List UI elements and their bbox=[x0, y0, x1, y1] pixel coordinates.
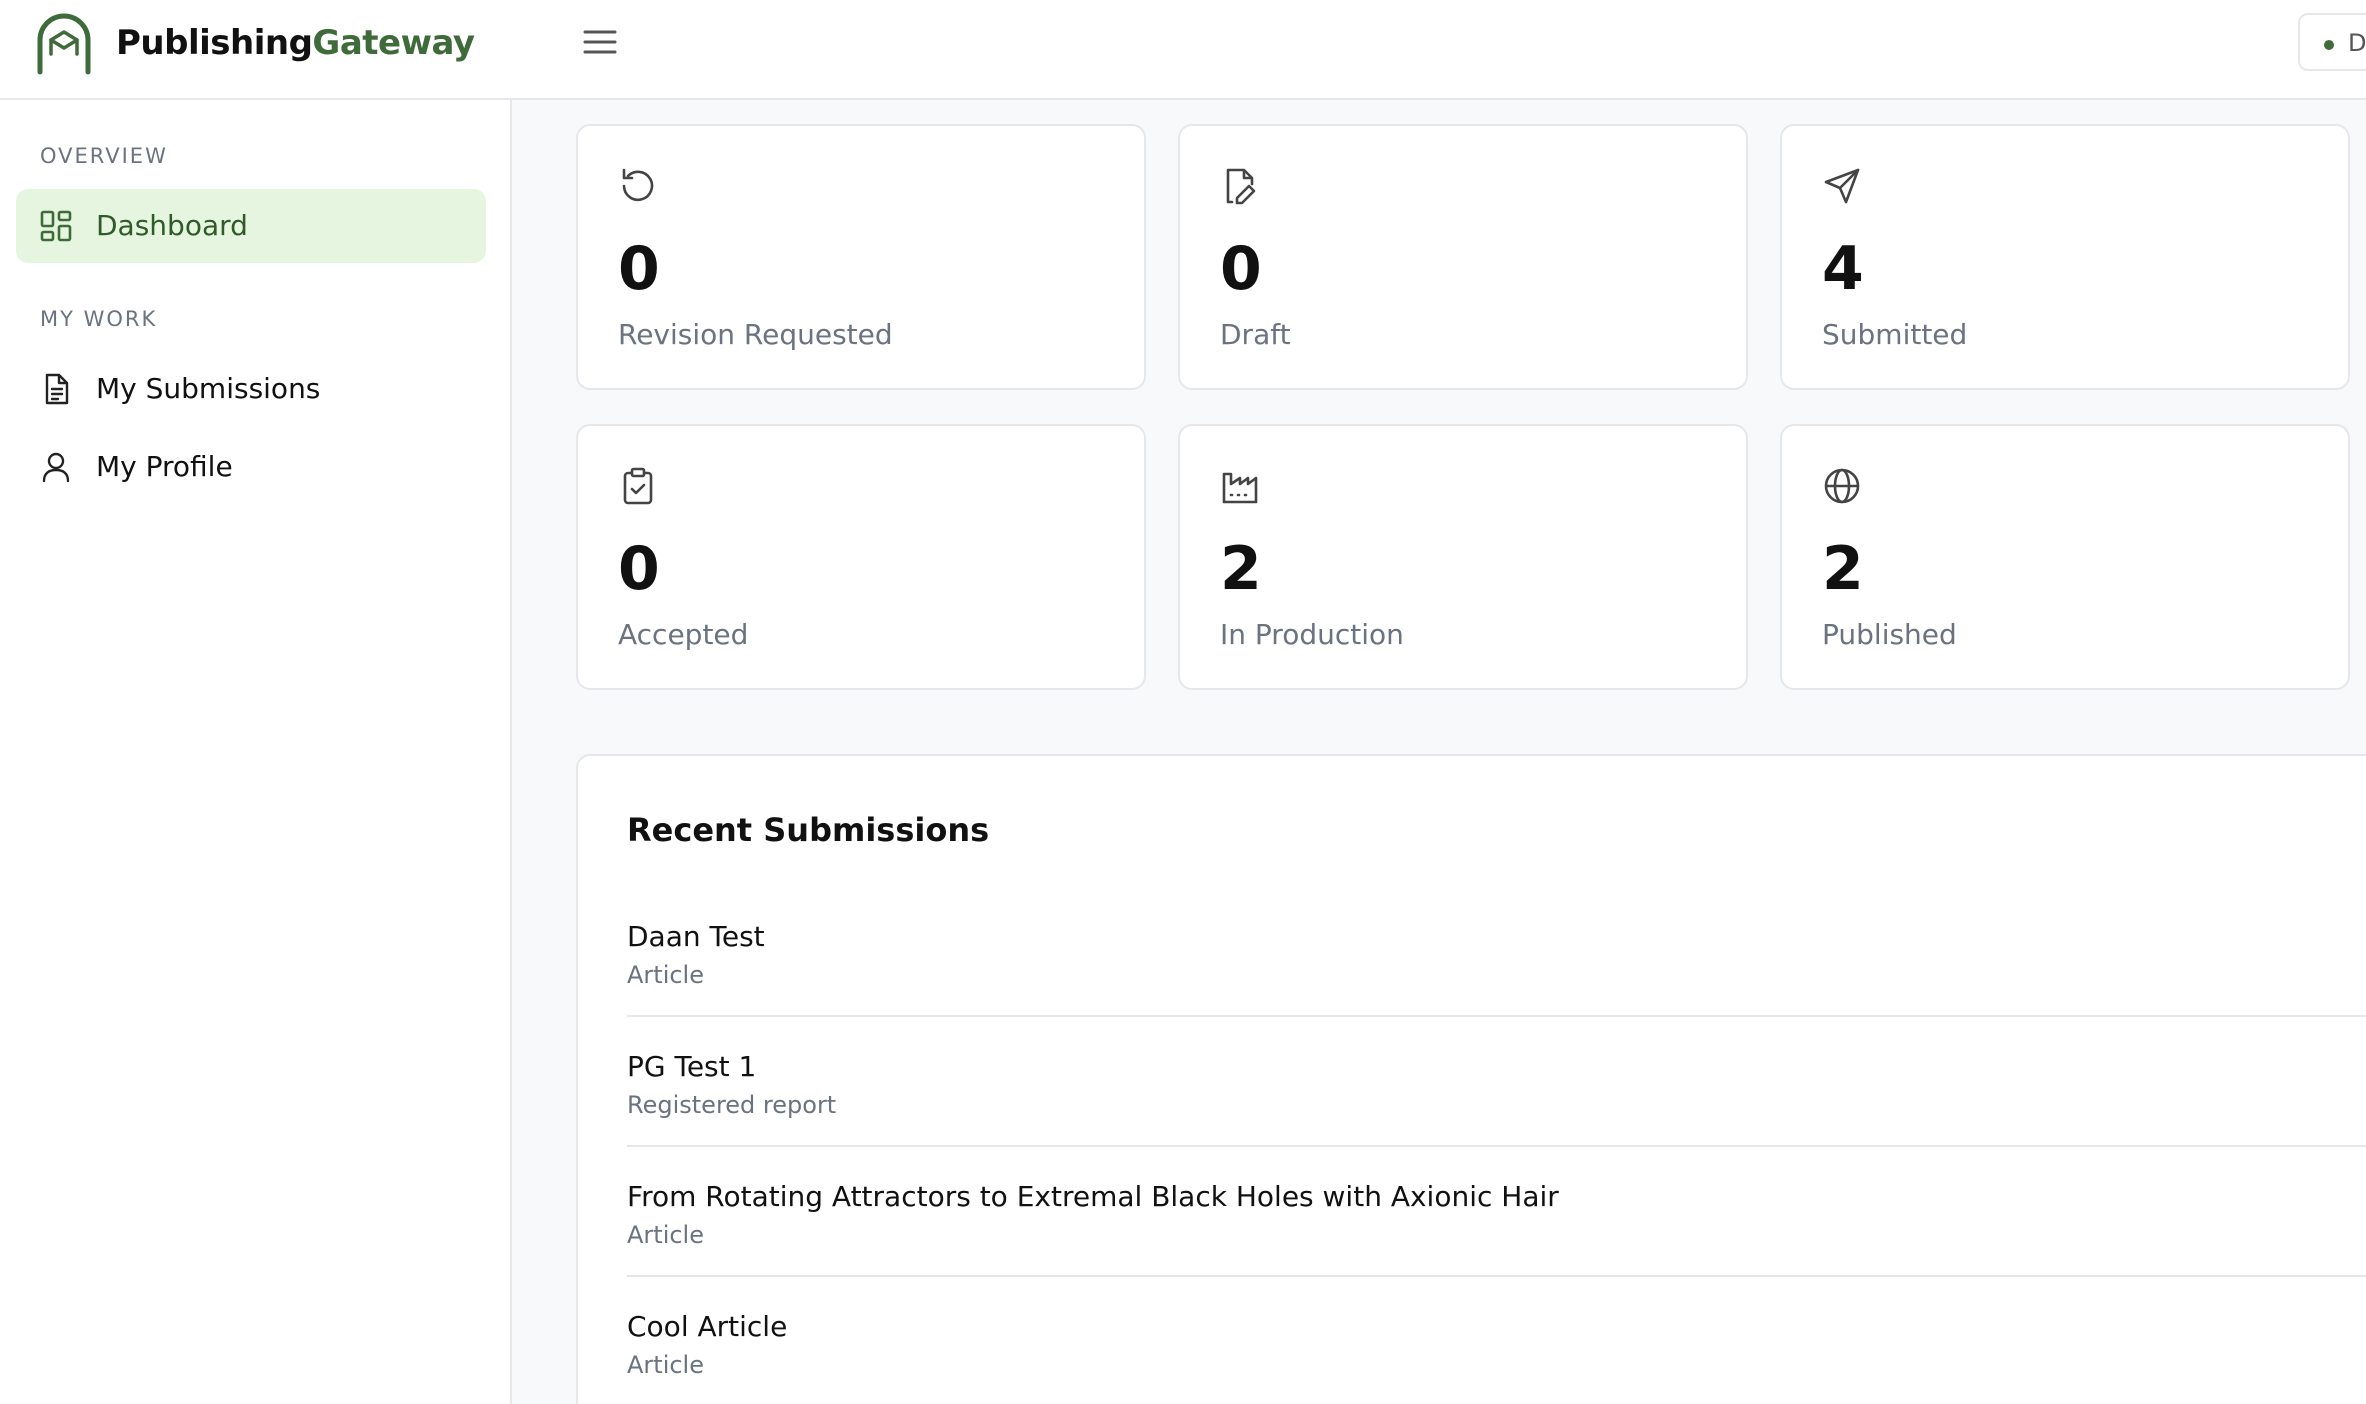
sidebar-item-label: My Profile bbox=[96, 450, 233, 483]
stat-value: 2 bbox=[1220, 534, 1262, 604]
stat-card-in-production[interactable]: 2 In Production bbox=[1178, 424, 1748, 690]
sidebar-item-my-submissions[interactable]: My Submissions bbox=[16, 352, 486, 426]
stat-label: Published bbox=[1822, 618, 1957, 651]
status-dot-icon bbox=[2324, 40, 2334, 50]
submission-type: Registered report bbox=[627, 1091, 837, 1119]
globe-icon bbox=[1822, 466, 1862, 506]
send-icon bbox=[1822, 166, 1862, 206]
stat-card-draft[interactable]: 0 Draft bbox=[1178, 124, 1748, 390]
factory-icon bbox=[1220, 466, 1260, 506]
sidebar-item-dashboard[interactable]: Dashboard bbox=[16, 189, 486, 263]
document-icon bbox=[40, 373, 72, 405]
stat-card-revision-requested[interactable]: 0 Revision Requested bbox=[576, 124, 1146, 390]
row-divider bbox=[627, 1015, 2366, 1017]
status-pill[interactable]: D bbox=[2298, 13, 2366, 71]
stat-card-submitted[interactable]: 4 Submitted bbox=[1780, 124, 2350, 390]
brand-name-part1: Publishing bbox=[116, 23, 313, 63]
stat-label: Accepted bbox=[618, 618, 749, 651]
stat-card-published[interactable]: 2 Published bbox=[1780, 424, 2350, 690]
menu-toggle-button[interactable] bbox=[582, 24, 618, 60]
dashboard-grid-icon bbox=[40, 210, 72, 242]
stat-value: 2 bbox=[1822, 534, 1864, 604]
app-root: PublishingGateway D OVERVIEW Dashboard M… bbox=[0, 0, 2366, 1404]
brand-name-part2: Gateway bbox=[312, 23, 475, 63]
submission-title: From Rotating Attractors to Extremal Bla… bbox=[627, 1180, 1559, 1213]
stat-value: 4 bbox=[1822, 234, 1864, 304]
sidebar-section-overview: OVERVIEW bbox=[40, 144, 168, 168]
rotate-ccw-icon bbox=[618, 166, 658, 206]
status-pill-text: D bbox=[2348, 29, 2366, 57]
hamburger-icon bbox=[583, 30, 617, 54]
submission-title: PG Test 1 bbox=[627, 1050, 757, 1083]
sidebar-item-label: My Submissions bbox=[96, 372, 321, 405]
submission-row[interactable]: From Rotating Attractors to Extremal Bla… bbox=[627, 1180, 2366, 1310]
submission-title: Cool Article bbox=[627, 1310, 788, 1343]
recent-submissions-title: Recent Submissions bbox=[627, 811, 990, 849]
stat-value: 0 bbox=[618, 534, 660, 604]
submission-type: Article bbox=[627, 1351, 704, 1379]
stat-label: Draft bbox=[1220, 318, 1291, 351]
stat-card-accepted[interactable]: 0 Accepted bbox=[576, 424, 1146, 690]
stat-value: 0 bbox=[618, 234, 660, 304]
sidebar-section-my-work: MY WORK bbox=[40, 307, 158, 331]
submission-row[interactable]: PG Test 1 Registered report bbox=[627, 1050, 2366, 1180]
top-header: PublishingGateway D bbox=[0, 0, 2366, 100]
recent-submissions-panel: Recent Submissions Daan Test Article PG … bbox=[576, 754, 2366, 1404]
row-divider bbox=[627, 1145, 2366, 1147]
row-divider bbox=[627, 1275, 2366, 1277]
submission-type: Article bbox=[627, 1221, 704, 1249]
stat-label: Submitted bbox=[1822, 318, 1968, 351]
submission-row[interactable]: Cool Article Article bbox=[627, 1310, 2366, 1404]
submission-row[interactable]: Daan Test Article bbox=[627, 920, 2366, 1050]
sidebar-item-label: Dashboard bbox=[96, 209, 248, 242]
submission-title: Daan Test bbox=[627, 920, 765, 953]
clipboard-check-icon bbox=[618, 466, 658, 506]
stat-value: 0 bbox=[1220, 234, 1262, 304]
file-pen-icon bbox=[1220, 166, 1260, 206]
brand-logo-text[interactable]: PublishingGateway bbox=[116, 22, 475, 64]
user-icon bbox=[40, 451, 72, 483]
submission-type: Article bbox=[627, 961, 704, 989]
sidebar: OVERVIEW Dashboard MY WORK My Submission… bbox=[0, 100, 512, 1404]
logo-arch-icon bbox=[34, 10, 94, 76]
stat-label: Revision Requested bbox=[618, 318, 893, 351]
sidebar-item-my-profile[interactable]: My Profile bbox=[16, 430, 486, 504]
stat-label: In Production bbox=[1220, 618, 1404, 651]
